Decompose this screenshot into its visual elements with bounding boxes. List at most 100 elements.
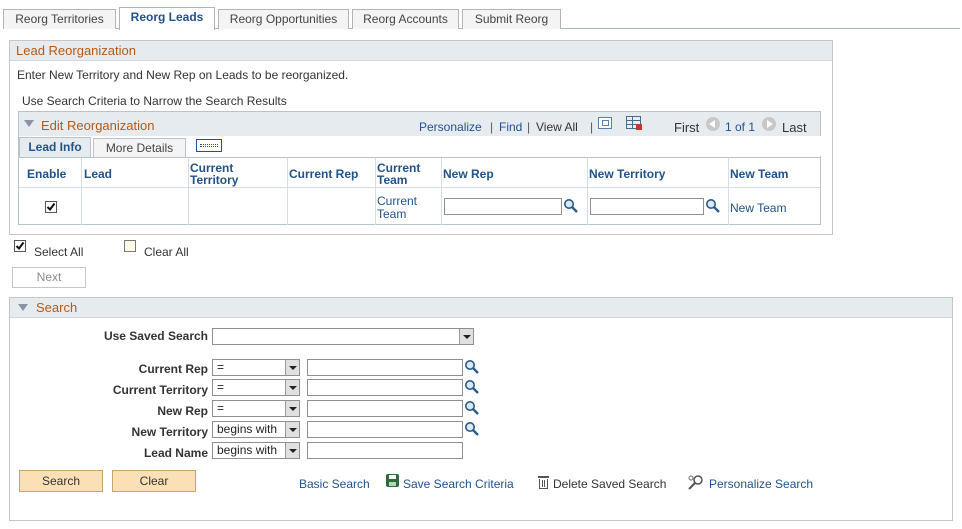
subtab-label: Lead Info (28, 140, 82, 154)
lookup-icon[interactable] (464, 359, 480, 375)
select-all-icon[interactable] (14, 240, 26, 252)
dropdown-icon (285, 422, 299, 437)
edit-reorganization-grid: Edit Reorganization Personalize | Find |… (18, 111, 822, 225)
next-button[interactable]: Next (12, 267, 86, 288)
lead-name-input[interactable] (307, 442, 463, 459)
instruction-text: Enter New Territory and New Rep on Leads… (17, 68, 349, 82)
col-new-rep[interactable]: New Rep (443, 168, 494, 180)
select-value: = (217, 380, 225, 394)
lookup-icon[interactable] (464, 421, 480, 437)
dropdown-icon (285, 401, 299, 416)
view-all-link[interactable]: View All (536, 120, 578, 134)
section-title: Lead Reorganization (10, 41, 832, 61)
tab-label: Reorg Accounts (363, 12, 448, 26)
saved-search-select[interactable] (212, 328, 474, 345)
clear-all-link[interactable]: Clear All (144, 245, 189, 259)
tab-submit-reorg[interactable]: Submit Reorg (462, 9, 561, 29)
last-label: Last (782, 120, 807, 135)
separator: | (527, 120, 531, 134)
lead-name-label: Lead Name (143, 446, 208, 460)
search-hint-text: Use Search Criteria to Narrow the Search… (22, 94, 287, 108)
download-spreadsheet-icon[interactable] (626, 116, 642, 130)
col-enable[interactable]: Enable (27, 168, 66, 180)
new-territory-search-input[interactable] (307, 421, 463, 438)
personalize-search-link[interactable]: Personalize Search (709, 477, 813, 491)
new-team-link[interactable]: New Team (730, 201, 786, 215)
separator: | (590, 120, 594, 134)
subtab-more-details[interactable]: More Details (93, 138, 186, 157)
select-value: = (217, 401, 225, 415)
page-tabs: Reorg Territories Reorg Leads Reorg Oppo… (3, 7, 960, 30)
current-rep-operator[interactable]: = (212, 359, 300, 376)
col-current-rep[interactable]: Current Rep (289, 168, 358, 180)
find-link[interactable]: Find (499, 120, 522, 134)
lookup-icon[interactable] (464, 379, 480, 395)
clear-all-icon[interactable] (124, 240, 136, 252)
search-section: Search Use Saved Search Current Rep = Cu… (9, 297, 953, 521)
show-all-columns-icon[interactable] (196, 139, 222, 152)
col-new-territory[interactable]: New Territory (589, 168, 665, 180)
new-territory-label: New Territory (131, 425, 208, 439)
dropdown-icon (285, 443, 299, 458)
trash-icon[interactable] (538, 475, 549, 489)
tab-reorg-territories[interactable]: Reorg Territories (3, 9, 116, 29)
column-divider (587, 158, 588, 225)
new-rep-input[interactable] (444, 198, 562, 215)
lookup-icon[interactable] (563, 198, 579, 214)
clear-button[interactable]: Clear (112, 470, 196, 492)
personalize-search-icon[interactable] (687, 474, 705, 490)
basic-search-link[interactable]: Basic Search (299, 477, 370, 491)
save-search-criteria-link[interactable]: Save Search Criteria (403, 477, 514, 491)
new-territory-input[interactable] (590, 198, 704, 215)
column-divider (728, 158, 729, 225)
next-icon[interactable] (762, 117, 776, 131)
select-all-link[interactable]: Select All (34, 245, 83, 259)
tab-reorg-opportunities[interactable]: Reorg Opportunities (218, 9, 349, 29)
subtab-lead-info[interactable]: Lead Info (19, 137, 91, 157)
search-button[interactable]: Search (19, 470, 103, 492)
column-divider (287, 158, 288, 225)
column-divider (81, 158, 82, 225)
zoom-icon[interactable] (598, 117, 612, 129)
current-rep-label: Current Rep (138, 362, 208, 376)
tab-label: Reorg Leads (130, 10, 204, 24)
personalize-link[interactable]: Personalize (419, 120, 482, 134)
new-rep-operator[interactable]: = (212, 400, 300, 417)
search-title: Search (10, 298, 952, 318)
col-new-team[interactable]: New Team (730, 168, 788, 180)
tab-reorg-leads[interactable]: Reorg Leads (119, 7, 215, 30)
first-label: First (674, 120, 700, 135)
col-current-team[interactable]: Current Team (377, 162, 437, 186)
enable-checkbox[interactable] (45, 201, 57, 213)
lead-name-operator[interactable]: begins with (212, 442, 300, 459)
current-team-link[interactable]: Current Team (377, 195, 437, 221)
new-rep-search-input[interactable] (307, 400, 463, 417)
new-rep-label: New Rep (157, 404, 208, 418)
use-saved-search-label: Use Saved Search (103, 329, 208, 343)
lead-reorganization-section: Lead Reorganization Enter New Territory … (9, 40, 833, 235)
lookup-icon[interactable] (464, 400, 480, 416)
collapse-icon[interactable] (24, 120, 34, 127)
separator: | (490, 120, 494, 134)
column-divider (375, 158, 376, 225)
subtab-label: More Details (105, 141, 174, 155)
save-icon[interactable] (386, 474, 399, 487)
select-value: begins with (217, 443, 278, 457)
select-value: begins with (217, 422, 278, 436)
delete-saved-search-link[interactable]: Delete Saved Search (553, 477, 666, 491)
dropdown-icon (285, 360, 299, 375)
new-territory-operator[interactable]: begins with (212, 421, 300, 438)
tab-label: Reorg Opportunities (229, 12, 338, 26)
lookup-icon[interactable] (705, 198, 721, 214)
col-lead[interactable]: Lead (84, 168, 112, 180)
page-info: 1 of 1 (725, 120, 756, 134)
tab-reorg-accounts[interactable]: Reorg Accounts (352, 9, 459, 29)
current-rep-input[interactable] (307, 359, 463, 376)
dropdown-icon (459, 329, 473, 344)
current-territory-input[interactable] (307, 379, 463, 396)
column-divider (441, 158, 442, 225)
current-territory-operator[interactable]: = (212, 379, 300, 396)
collapse-icon[interactable] (18, 304, 28, 311)
previous-icon[interactable] (706, 117, 720, 131)
col-current-territory[interactable]: Current Territory (190, 162, 280, 186)
